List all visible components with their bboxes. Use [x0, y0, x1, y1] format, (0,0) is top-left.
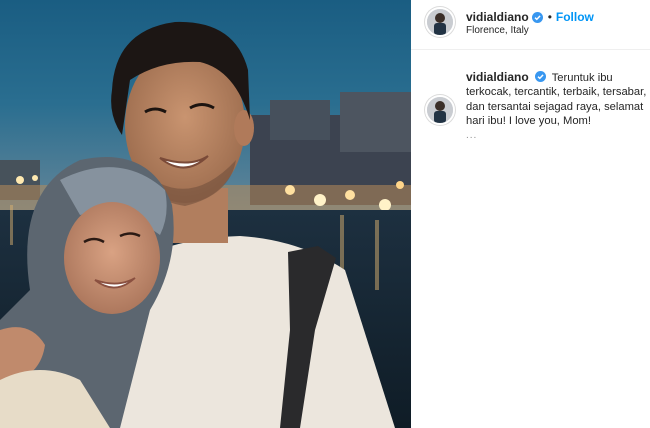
post-side-panel: vidialdiano • Follow Florence, Italy vid… [411, 0, 650, 428]
post-image[interactable] [0, 0, 411, 428]
verified-badge-icon [531, 11, 543, 23]
caption-username-link[interactable]: vidialdiano [466, 70, 529, 84]
more-indicator: ... [466, 130, 478, 141]
post-header: vidialdiano • Follow Florence, Italy [411, 0, 650, 50]
username-link[interactable]: vidialdiano [466, 10, 529, 24]
separator-dot: • [547, 10, 552, 24]
follow-button[interactable]: Follow [556, 10, 594, 24]
avatar[interactable] [425, 7, 455, 37]
verified-badge-icon [534, 71, 546, 82]
caption-avatar[interactable] [425, 95, 455, 125]
location-link[interactable]: Florence, Italy [466, 25, 529, 36]
post-caption: vidialdiano Teruntuk ibu terkocak, terca… [466, 70, 648, 129]
